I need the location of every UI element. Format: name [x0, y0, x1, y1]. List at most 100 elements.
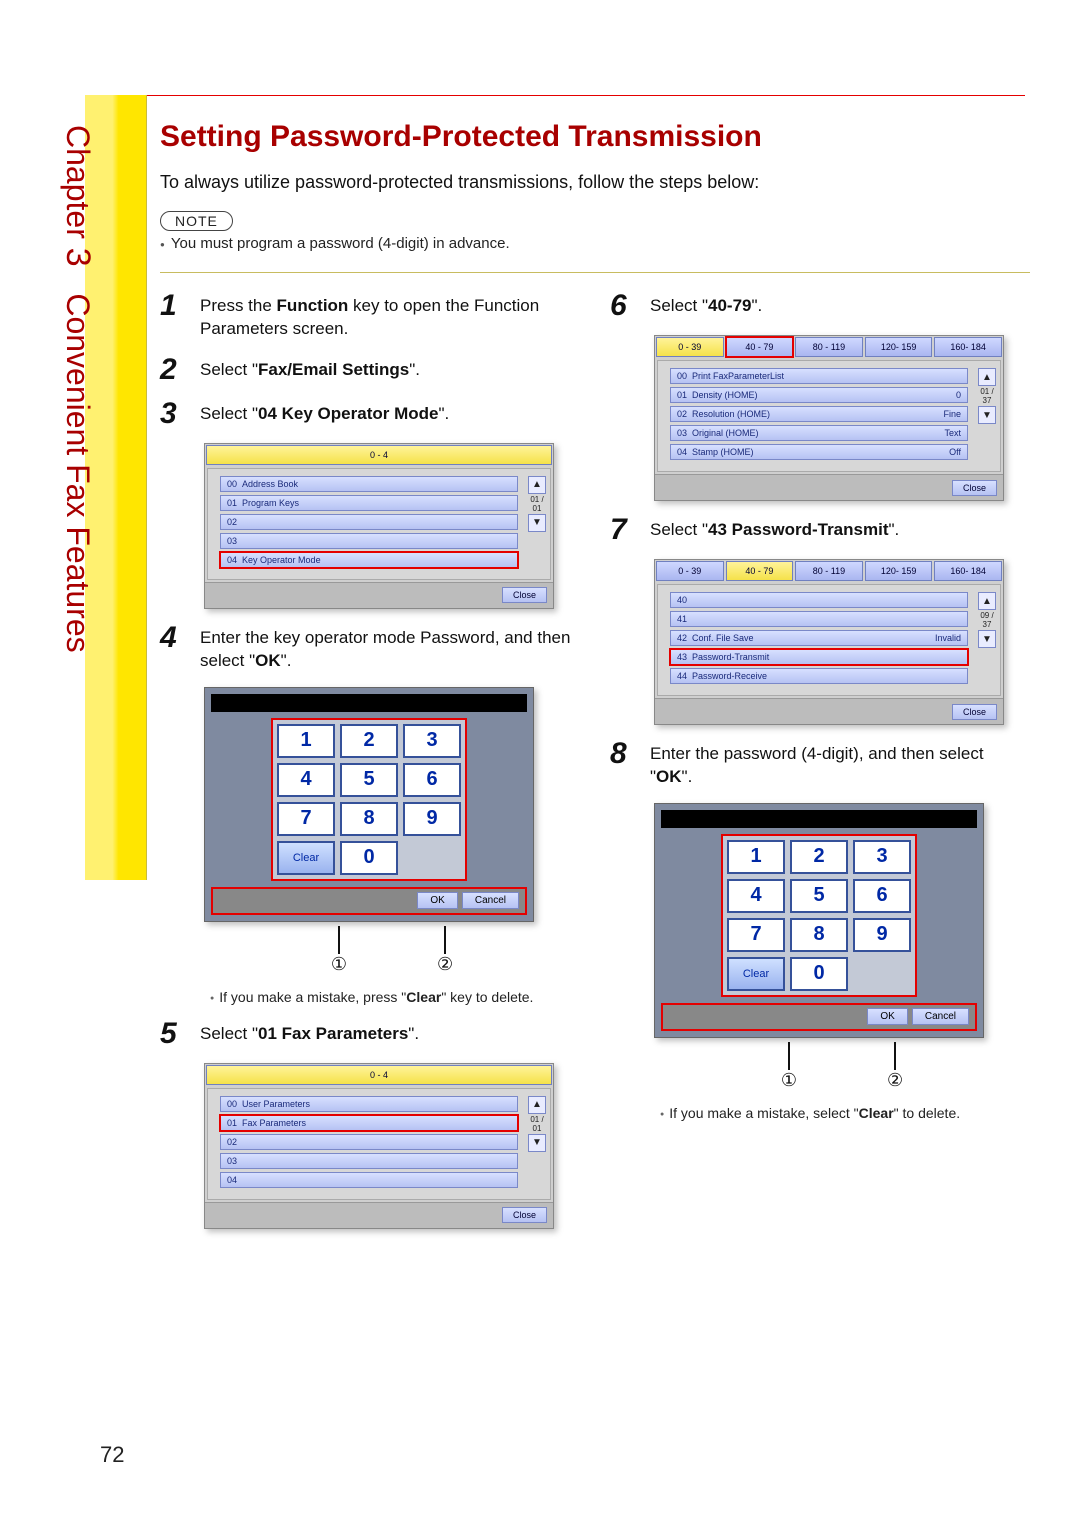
keypad-display [661, 810, 977, 828]
keypad-display [211, 694, 527, 712]
screenshot-step3: 0 - 4 00 Address Book 01 Program Keys 02… [204, 443, 580, 609]
key-clear[interactable]: Clear [277, 841, 335, 875]
close-button[interactable]: Close [952, 480, 997, 496]
lcd-row[interactable]: 02 [220, 1134, 518, 1150]
intro-text: To always utilize password-protected tra… [160, 172, 1030, 193]
key-6[interactable]: 6 [853, 879, 911, 913]
arrow-down-icon[interactable]: ▼ [978, 406, 996, 424]
lcd-row[interactable]: 01 Density (HOME)0 [670, 387, 968, 403]
lcd-panel: 0 - 39 40 - 79 80 - 119 120- 159 160- 18… [654, 335, 1004, 501]
cancel-button[interactable]: Cancel [912, 1008, 969, 1025]
lcd-tab[interactable]: 120- 159 [865, 337, 933, 357]
ok-button[interactable]: OK [417, 892, 457, 909]
lcd-row[interactable]: 00 User Parameters [220, 1096, 518, 1112]
scroll-pos: 09 / 37 [978, 611, 996, 629]
arrow-down-icon[interactable]: ▼ [528, 514, 546, 532]
key-8[interactable]: 8 [790, 918, 848, 952]
lcd-row-password-transmit[interactable]: 43 Password-Transmit [670, 649, 968, 665]
arrow-up-icon[interactable]: ▲ [528, 476, 546, 494]
lcd-row[interactable]: 00 Address Book [220, 476, 518, 492]
lcd-row[interactable]: 44 Password-Receive [670, 668, 968, 684]
arrow-down-icon[interactable]: ▼ [978, 630, 996, 648]
arrow-up-icon[interactable]: ▲ [978, 368, 996, 386]
keypad-ok-row: OK Cancel [211, 887, 527, 915]
step-num: 5 [160, 1019, 200, 1049]
left-column: 1 Press the Function key to open the Fun… [160, 291, 580, 1243]
lcd-tab-40-79[interactable]: 40 - 79 [726, 561, 794, 581]
step-4-sub: If you make a mistake, press "Clear" key… [210, 989, 580, 1005]
callouts: ① ② [654, 1042, 1030, 1091]
key-5[interactable]: 5 [340, 763, 398, 797]
content: Setting Password-Protected Transmission … [160, 120, 1030, 1243]
key-1[interactable]: 1 [727, 840, 785, 874]
key-clear[interactable]: Clear [727, 957, 785, 991]
step-text: Select "40-79". [650, 291, 762, 321]
lcd-row-key-operator-mode[interactable]: 04 Key Operator Mode [220, 552, 518, 568]
arrow-down-icon[interactable]: ▼ [528, 1134, 546, 1152]
lcd-row[interactable]: 02 Resolution (HOME)Fine [670, 406, 968, 422]
lcd-row[interactable]: 03 [220, 1153, 518, 1169]
key-6[interactable]: 6 [403, 763, 461, 797]
cancel-button[interactable]: Cancel [462, 892, 519, 909]
lcd-tab[interactable]: 160- 184 [934, 561, 1002, 581]
step-text: Select "Fax/Email Settings". [200, 355, 420, 385]
lcd-tab[interactable]: 0 - 39 [656, 337, 724, 357]
key-7[interactable]: 7 [727, 918, 785, 952]
lcd-row[interactable]: 03 Original (HOME)Text [670, 425, 968, 441]
lcd-scroll: ▲ 09 / 37 ▼ [978, 591, 996, 649]
arrow-up-icon[interactable]: ▲ [528, 1096, 546, 1114]
lcd-row[interactable]: 01 Program Keys [220, 495, 518, 511]
key-2[interactable]: 2 [340, 724, 398, 758]
lcd-row-fax-parameters[interactable]: 01 Fax Parameters [220, 1115, 518, 1131]
lcd-tab[interactable]: 0 - 39 [656, 561, 724, 581]
lcd-row[interactable]: 40 [670, 592, 968, 608]
lcd-tab[interactable]: 0 - 4 [206, 1065, 552, 1085]
scroll-pos: 01 / 37 [978, 387, 996, 405]
close-button[interactable]: Close [502, 587, 547, 603]
keypad-panel: 1 2 3 4 5 6 7 8 9 Clear 0 [654, 803, 984, 1038]
lcd-row[interactable]: 03 [220, 533, 518, 549]
key-9[interactable]: 9 [403, 802, 461, 836]
chapter-number: 3 [59, 248, 97, 267]
key-3[interactable]: 3 [853, 840, 911, 874]
lcd-tab[interactable]: 120- 159 [865, 561, 933, 581]
lcd-tabs: 0 - 39 40 - 79 80 - 119 120- 159 160- 18… [655, 336, 1003, 358]
arrow-up-icon[interactable]: ▲ [978, 592, 996, 610]
columns: 1 Press the Function key to open the Fun… [160, 291, 1030, 1243]
key-4[interactable]: 4 [727, 879, 785, 913]
lcd-row[interactable]: 00 Print FaxParameterList [670, 368, 968, 384]
key-0[interactable]: 0 [340, 841, 398, 875]
keypad-grid: 1 2 3 4 5 6 7 8 9 Clear 0 [721, 834, 917, 997]
lcd-row[interactable]: 02 [220, 514, 518, 530]
lcd-tab[interactable]: 80 - 119 [795, 561, 863, 581]
ok-button[interactable]: OK [867, 1008, 907, 1025]
key-5[interactable]: 5 [790, 879, 848, 913]
lcd-tab[interactable]: 80 - 119 [795, 337, 863, 357]
key-7[interactable]: 7 [277, 802, 335, 836]
keypad-ok-row: OK Cancel [661, 1003, 977, 1031]
lcd-tab[interactable]: 160- 184 [934, 337, 1002, 357]
callouts: ① ② [204, 926, 580, 975]
step-text: Select "43 Password-Transmit". [650, 515, 899, 545]
step-text: Enter the key operator mode Password, an… [200, 623, 580, 673]
key-4[interactable]: 4 [277, 763, 335, 797]
callout-1: ① [781, 1070, 797, 1091]
close-button[interactable]: Close [952, 704, 997, 720]
page: Chapter 3 Convenient Fax Features Settin… [0, 0, 1080, 1528]
key-8[interactable]: 8 [340, 802, 398, 836]
lcd-row[interactable]: 41 [670, 611, 968, 627]
key-3[interactable]: 3 [403, 724, 461, 758]
lcd-tab[interactable]: 0 - 4 [206, 445, 552, 465]
lcd-row[interactable]: 04 Stamp (HOME)Off [670, 444, 968, 460]
key-9[interactable]: 9 [853, 918, 911, 952]
step-text: Press the Function key to open the Funct… [200, 291, 580, 341]
key-0[interactable]: 0 [790, 957, 848, 991]
lcd-tab-40-79[interactable]: 40 - 79 [726, 337, 794, 357]
screenshot-step6: 0 - 39 40 - 79 80 - 119 120- 159 160- 18… [654, 335, 1030, 501]
lcd-row[interactable]: 04 [220, 1172, 518, 1188]
key-1[interactable]: 1 [277, 724, 335, 758]
lcd-row[interactable]: 42 Conf. File SaveInvalid [670, 630, 968, 646]
close-button[interactable]: Close [502, 1207, 547, 1223]
screenshot-step4: 1 2 3 4 5 6 7 8 9 Clear 0 [204, 687, 580, 975]
key-2[interactable]: 2 [790, 840, 848, 874]
